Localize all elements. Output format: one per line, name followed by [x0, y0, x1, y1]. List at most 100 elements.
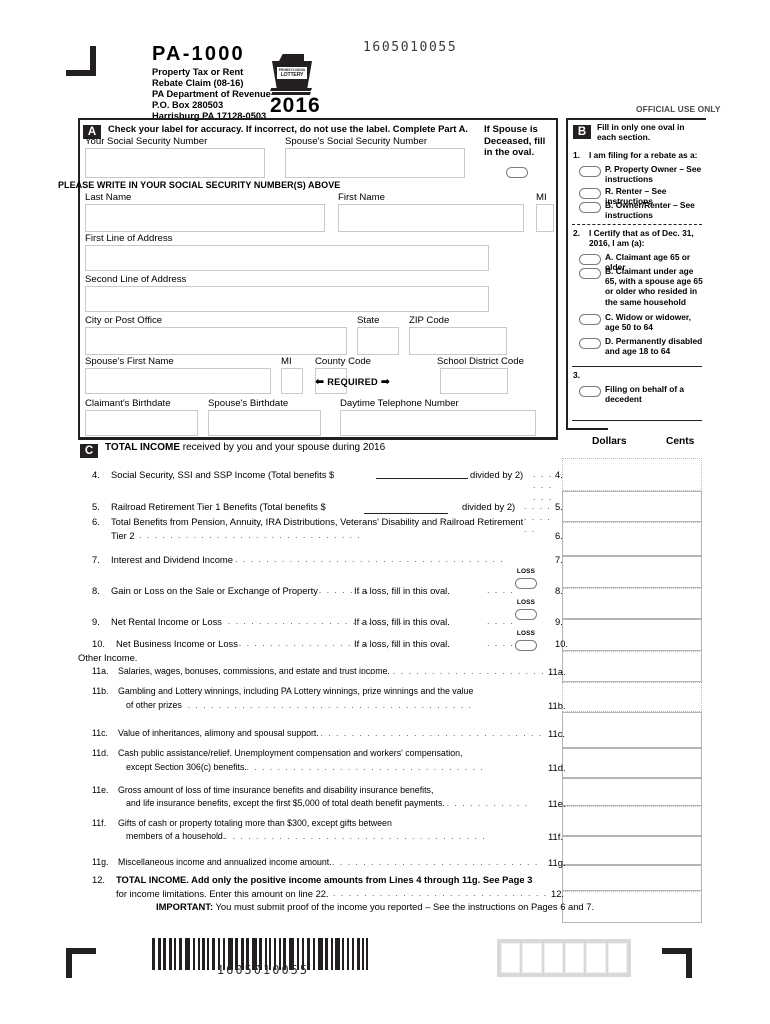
spouse-mi-input[interactable] [281, 368, 303, 394]
claimant-birthdate-input[interactable] [85, 410, 198, 436]
loss-marker-10[interactable]: LOSS [513, 630, 539, 656]
amount-input-11g[interactable] [562, 865, 702, 891]
part-b-option-widow[interactable]: C. Widow or widower, age 50 to 64 [573, 312, 705, 334]
part-b-option-d-label: D. Permanently disabled and age 18 to 64 [605, 336, 703, 357]
last-name-input[interactable] [85, 204, 325, 232]
address-line-1-field[interactable]: First Line of Address [85, 233, 489, 271]
spouse-deceased-line2: Deceased, fill [484, 135, 546, 147]
income-line-9-text2: If a loss, fill in this oval. [354, 616, 450, 627]
part-b-option-b2-label: B. Claimant under age 65, with a spouse … [605, 266, 703, 307]
part-b-option-decedent-label: Filing on behalf of a decedent [605, 384, 685, 405]
official-use-box-6[interactable] [607, 943, 627, 973]
amount-input-8[interactable] [562, 588, 702, 619]
part-b-option-p-label: P. Property Owner – See instructions [605, 164, 702, 185]
part-b-option-c-oval[interactable] [579, 314, 601, 325]
city-label: City or Post Office [85, 315, 163, 326]
daytime-phone-input[interactable] [340, 410, 536, 436]
state-field[interactable]: State [357, 315, 399, 355]
income-line-4-write-in[interactable] [376, 478, 468, 479]
amount-input-11f[interactable] [562, 836, 702, 865]
amount-input-11e[interactable] [562, 806, 702, 836]
part-b-option-renter[interactable]: R. Renter – See instructions [573, 186, 705, 206]
mi-field[interactable]: MI [536, 192, 554, 232]
official-use-box-3[interactable] [543, 943, 563, 973]
part-b-option-under-65-spouse[interactable]: B. Claimant under age 65, with a spouse … [573, 266, 705, 310]
official-use-only-label: OFFICIAL USE ONLY [636, 104, 721, 114]
part-b-option-r-oval[interactable] [579, 188, 601, 199]
spouse-birthdate-input[interactable] [208, 410, 321, 436]
part-b-option-disabled[interactable]: D. Permanently disabled and age 18 to 64 [573, 336, 705, 358]
other-income-label: Other Income. [78, 652, 138, 663]
amount-input-7[interactable] [562, 556, 702, 588]
first-name-input[interactable] [338, 204, 524, 232]
first-name-field[interactable]: First Name [338, 192, 524, 232]
part-b-option-b-oval[interactable] [579, 202, 601, 213]
part-b-option-p-oval[interactable] [579, 166, 601, 177]
official-use-box-2[interactable] [522, 943, 542, 973]
address-line-2-input[interactable] [85, 286, 489, 312]
daytime-phone-field[interactable]: Daytime Telephone Number [340, 398, 536, 436]
part-b-option-c-label: C. Widow or widower, age 50 to 64 [605, 312, 692, 333]
arrow-right-icon: ➡ [380, 376, 391, 388]
amount-input-9[interactable] [562, 619, 702, 651]
official-use-box-1[interactable] [501, 943, 521, 973]
income-line-5-write-in[interactable] [364, 513, 448, 514]
official-use-box-4[interactable] [564, 943, 585, 973]
form-number: PA-1000 [152, 43, 245, 65]
zip-field[interactable]: ZIP Code [409, 315, 507, 355]
city-field[interactable]: City or Post Office [85, 315, 347, 355]
loss-oval-10[interactable] [515, 640, 537, 651]
part-b-option-b2-oval[interactable] [579, 268, 601, 279]
state-input[interactable] [357, 327, 399, 355]
last-name-label: Last Name [85, 192, 132, 203]
spouse-birthdate-field[interactable]: Spouse's Birthdate [208, 398, 321, 436]
part-b-option-decedent-oval[interactable] [579, 386, 601, 397]
school-district-code-input[interactable] [440, 368, 508, 394]
part-b-instruction: Fill in only one oval in each section. [597, 122, 685, 143]
spouse-deceased-oval[interactable] [506, 166, 528, 178]
part-b-option-d-oval[interactable] [579, 338, 601, 349]
required-indicator: ⬅ REQUIRED ➡ [315, 375, 390, 388]
part-b-option-a-oval[interactable] [579, 254, 601, 265]
zip-input[interactable] [409, 327, 507, 355]
claimant-birthdate-field[interactable]: Claimant's Birthdate [85, 398, 198, 436]
loss-marker-9[interactable]: LOSS [513, 599, 539, 625]
amount-input-11a[interactable] [562, 682, 702, 712]
spouse-first-name-input[interactable] [85, 368, 271, 394]
part-b-option-decedent[interactable]: Filing on behalf of a decedent [573, 384, 705, 406]
amount-input-5[interactable] [562, 491, 702, 522]
spouse-ssn-input[interactable] [285, 148, 465, 178]
city-input[interactable] [85, 327, 347, 355]
amount-input-11c[interactable] [562, 748, 702, 778]
official-use-boxes[interactable] [497, 939, 631, 977]
official-use-box-5[interactable] [586, 943, 606, 973]
part-b-option-property-owner[interactable]: P. Property Owner – See instructions [573, 164, 705, 186]
your-ssn-input[interactable] [85, 148, 265, 178]
loss-oval-8[interactable] [515, 578, 537, 589]
income-line-4-text: Social Security, SSI and SSP Income (Tot… [111, 469, 335, 480]
amount-input-4[interactable] [562, 458, 702, 491]
zip-label: ZIP Code [409, 315, 450, 326]
part-b-option-owner-renter[interactable]: B. Owner/Renter – See instructions [573, 200, 705, 222]
amount-input-6[interactable] [562, 522, 702, 556]
address-line-2-field[interactable]: Second Line of Address [85, 274, 489, 312]
amount-input-10[interactable] [562, 651, 702, 682]
last-name-field[interactable]: Last Name [85, 192, 325, 232]
important-note: IMPORTANT: You must submit proof of the … [156, 901, 594, 912]
income-line-5-ref: 5. [555, 501, 563, 512]
spouse-mi-field[interactable]: MI [281, 356, 303, 394]
income-line-11c-ref: 11c. [548, 728, 566, 739]
income-line-5-text2: divided by 2) [462, 501, 516, 512]
loss-oval-9[interactable] [515, 609, 537, 620]
spouse-first-name-field[interactable]: Spouse's First Name [85, 356, 271, 394]
address-line-1-input[interactable] [85, 245, 489, 271]
your-ssn-field[interactable]: Your Social Security Number [85, 136, 265, 178]
amount-input-11d[interactable] [562, 778, 702, 806]
amount-input-11b[interactable] [562, 712, 702, 748]
school-district-code-field[interactable]: School District Code [437, 356, 524, 394]
mi-input[interactable] [536, 204, 554, 232]
part-b-option-age-65-older[interactable]: A. Claimant age 65 or older [573, 252, 705, 272]
income-line-12-ref: 12. [551, 888, 565, 899]
loss-marker-8[interactable]: LOSS [513, 568, 539, 594]
spouse-ssn-field[interactable]: Spouse's Social Security Number [285, 136, 465, 178]
